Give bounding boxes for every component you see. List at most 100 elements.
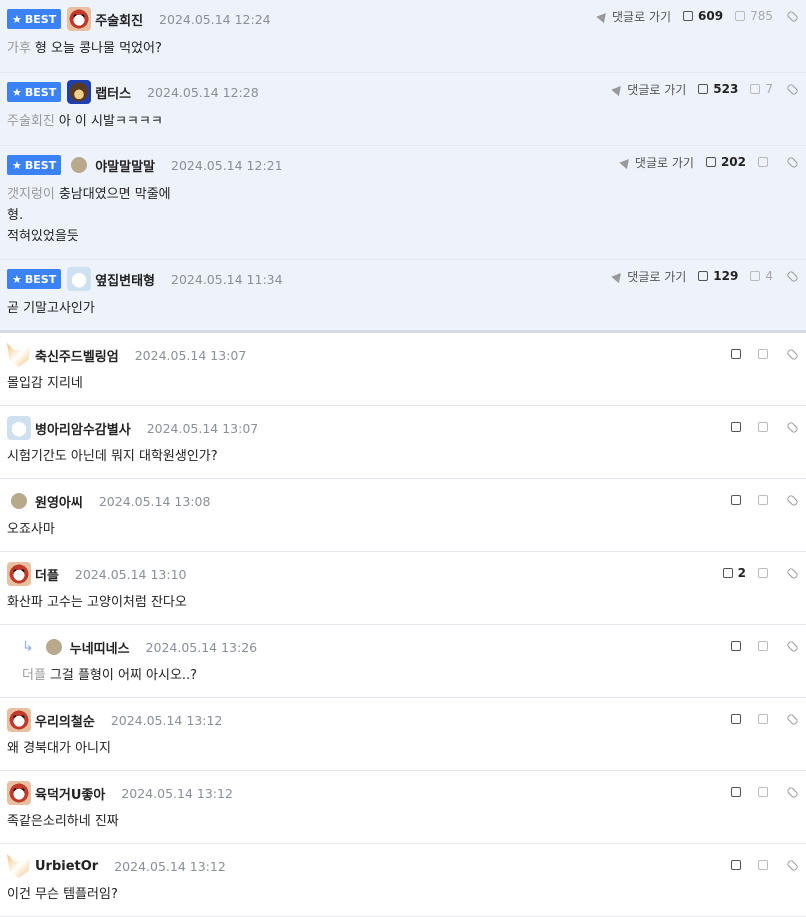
thumbs-down-icon <box>758 787 768 797</box>
goto-comment-button[interactable]: 댓글로 가기 <box>611 81 686 98</box>
comment-actions: 댓글로 가기 202 <box>619 154 799 171</box>
link-icon <box>786 566 799 580</box>
goto-comment-button[interactable]: 댓글로 가기 <box>619 154 694 171</box>
downvote-button[interactable] <box>758 495 773 505</box>
upvote-button[interactable] <box>731 349 746 359</box>
comment-body: 이건 무슨 템플러임? <box>7 884 118 905</box>
downvote-button[interactable] <box>758 787 773 797</box>
avatar[interactable] <box>71 157 88 173</box>
thumbs-up-icon <box>698 271 709 281</box>
arrow-icon <box>619 155 633 169</box>
comment-header: 육덕거U좋아 2024.05.14 13:12 <box>7 781 233 805</box>
downvote-button[interactable] <box>758 568 773 578</box>
nickname[interactable]: 우리의철순 <box>35 711 95 730</box>
avatar[interactable] <box>7 416 31 440</box>
nickname[interactable]: UrbietOr <box>35 859 98 874</box>
star-icon: ★ <box>12 272 22 286</box>
nickname[interactable]: 랩터스 <box>95 83 131 102</box>
avatar[interactable] <box>67 7 92 31</box>
link-button[interactable] <box>786 566 799 580</box>
best-badge: ★ BEST <box>7 155 62 175</box>
thumbs-down-icon <box>758 714 768 724</box>
timestamp: 2024.05.14 13:26 <box>145 639 258 655</box>
comment-header: 더플 2024.05.14 13:10 <box>7 562 187 586</box>
comment-text: 족같은소리하네 진짜 <box>7 814 119 829</box>
link-button[interactable] <box>786 858 799 872</box>
nickname[interactable]: 야말말말말 <box>95 156 155 175</box>
avatar[interactable] <box>7 562 31 586</box>
nickname[interactable]: 주술회진 <box>95 10 143 29</box>
comment-text: 아 이 시발ㅋㅋㅋㅋ <box>58 114 163 129</box>
downvote-button[interactable] <box>758 422 773 432</box>
best-comment: ★ BEST 야말말말말 2024.05.14 12:21 갯지렁이 충남대였으면 … <box>0 146 806 260</box>
avatar[interactable] <box>7 343 31 367</box>
timestamp: 2024.05.14 13:12 <box>114 858 226 874</box>
comment-actions: 2 <box>722 565 799 581</box>
avatar[interactable] <box>7 781 31 805</box>
nickname[interactable]: 옆집변태형 <box>95 270 155 289</box>
nickname[interactable]: 병아리암수감별사 <box>35 419 131 438</box>
goto-comment-button[interactable]: 댓글로 가기 <box>596 8 671 25</box>
upvote-button[interactable]: 609 <box>683 9 723 23</box>
avatar[interactable] <box>11 493 27 509</box>
comment-body: 더플 그걸 플형이 어찌 아시오..? <box>22 665 197 686</box>
nickname[interactable]: 더플 <box>35 565 59 584</box>
comment-text: 형 오늘 콩나물 먹었어? <box>34 41 162 56</box>
avatar[interactable] <box>67 80 92 104</box>
downvote-button[interactable] <box>758 349 773 359</box>
upvote-button[interactable]: 2 <box>722 566 746 580</box>
upvote-button[interactable] <box>731 860 746 870</box>
upvote-button[interactable]: 202 <box>705 155 746 169</box>
downvote-button[interactable]: 4 <box>750 269 773 283</box>
link-button[interactable] <box>786 347 799 361</box>
link-button[interactable] <box>786 82 799 96</box>
upvote-button[interactable]: 523 <box>698 82 738 96</box>
avatar[interactable] <box>67 267 92 291</box>
downvote-button[interactable]: 785 <box>735 9 773 23</box>
upvote-button[interactable] <box>731 495 746 505</box>
thumbs-up-icon <box>731 787 741 797</box>
thumbs-up-icon <box>683 11 694 21</box>
comment-body: 화산파 고수는 고양이처럼 잔다오 <box>7 592 187 613</box>
link-button[interactable] <box>786 155 799 169</box>
downvote-button[interactable]: 7 <box>750 82 773 96</box>
link-icon <box>786 493 799 507</box>
mention[interactable]: 가후 <box>7 41 31 56</box>
downvote-button[interactable] <box>758 714 773 724</box>
comment-header: ★ BEST 주술회진 2024.05.14 12:24 <box>7 7 271 31</box>
mention[interactable]: 더플 <box>22 668 46 683</box>
nickname[interactable]: 육덕거U좋아 <box>35 784 105 803</box>
avatar[interactable] <box>45 639 62 655</box>
link-button[interactable] <box>786 493 799 507</box>
link-button[interactable] <box>786 712 799 726</box>
nickname[interactable]: 누네띠네스 <box>70 638 130 657</box>
comment-actions <box>731 638 799 654</box>
downvote-button[interactable] <box>758 641 773 651</box>
thumbs-down-icon <box>758 422 768 432</box>
link-button[interactable] <box>786 269 799 283</box>
upvote-button[interactable] <box>731 641 746 651</box>
nickname[interactable]: 축신주드벨링엄 <box>35 346 119 365</box>
comment-body: 가후 형 오늘 콩나물 먹었어? <box>7 38 162 59</box>
upvote-button[interactable] <box>731 422 746 432</box>
link-icon <box>786 712 799 726</box>
upvote-button[interactable] <box>731 787 746 797</box>
goto-comment-button[interactable]: 댓글로 가기 <box>611 268 686 285</box>
nickname[interactable]: 원영아씨 <box>35 492 83 511</box>
comment-actions: 댓글로 가기 609 785 <box>596 8 799 25</box>
mention[interactable]: 주술회진 <box>7 114 55 129</box>
downvote-button[interactable] <box>758 157 773 167</box>
upvote-button[interactable] <box>731 714 746 724</box>
mention[interactable]: 갯지렁이 <box>7 187 55 202</box>
downvote-button[interactable] <box>758 860 773 870</box>
link-button[interactable] <box>786 785 799 799</box>
upvote-button[interactable]: 129 <box>698 269 738 283</box>
link-button[interactable] <box>786 420 799 434</box>
comment-actions <box>731 711 799 727</box>
avatar[interactable] <box>7 708 31 732</box>
link-button[interactable] <box>786 639 799 653</box>
link-icon <box>786 9 799 23</box>
avatar[interactable] <box>7 854 31 878</box>
best-badge: ★ BEST <box>7 82 62 102</box>
link-button[interactable] <box>786 9 799 23</box>
